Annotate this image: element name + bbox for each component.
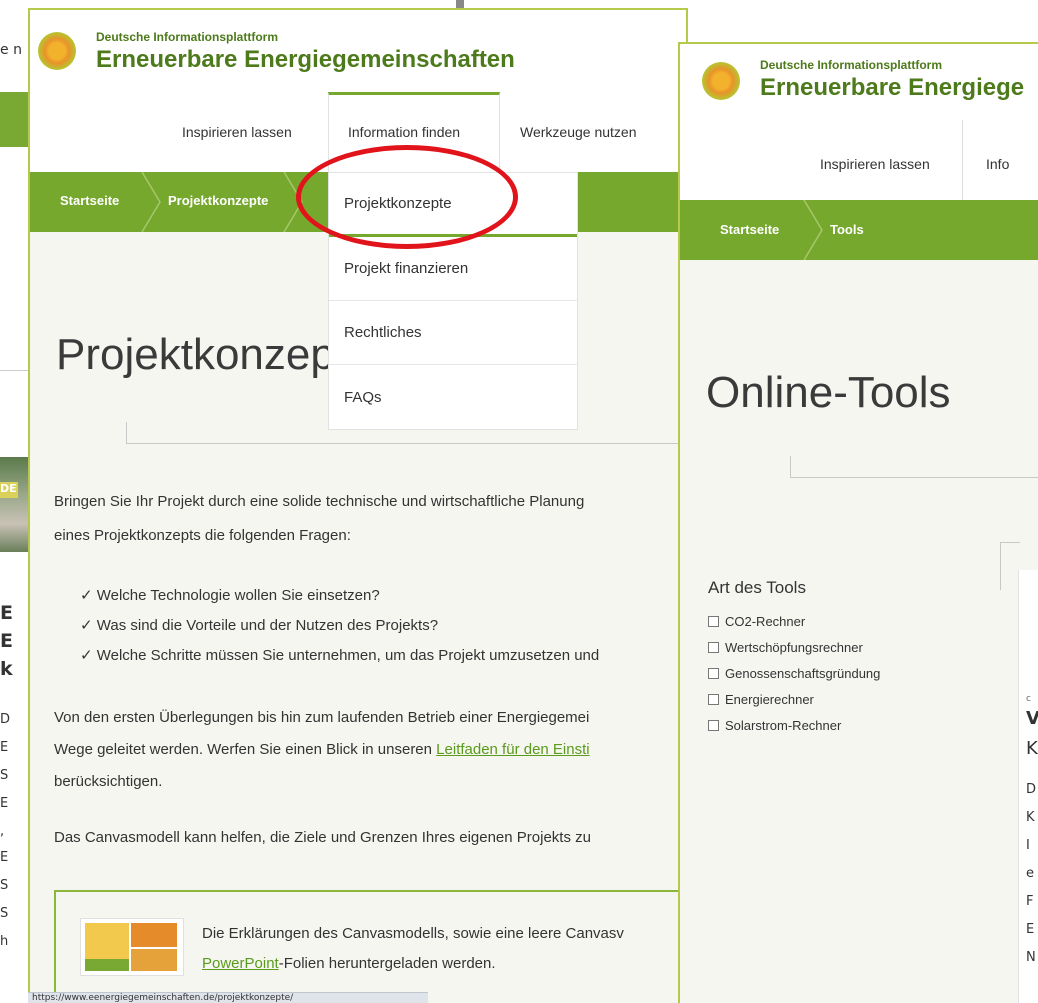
- filter-heading: Art des Tools: [708, 578, 806, 597]
- filter-label: Genossenschaftsgründung: [725, 666, 881, 681]
- back-text-char: ,: [0, 824, 5, 839]
- card-title-snippet: K: [1026, 738, 1038, 759]
- breadcrumb-chevron-icon: [141, 172, 161, 232]
- nav-inspirieren-lassen[interactable]: Inspirieren lassen: [820, 156, 930, 172]
- paragraph-2-text: Wege geleitet werden. Werfen Sie einen B…: [54, 741, 437, 758]
- card-snippet: c: [1026, 694, 1031, 704]
- card-text-snippet: I: [1026, 838, 1030, 853]
- dropdown-faqs[interactable]: FAQs: [329, 365, 577, 429]
- back-text-char: E: [0, 850, 9, 865]
- breadcrumb-startseite[interactable]: Startseite: [720, 222, 779, 237]
- window-online-tools: Deutsche Informationsplattform Erneuerba…: [678, 42, 1038, 1003]
- page-title: Projektkonzepte: [56, 330, 372, 379]
- checkbox-icon[interactable]: [708, 694, 719, 705]
- filter-label: CO2-Rechner: [725, 614, 806, 629]
- screenshot-stage: e n DE E E k D E S E , E S S h Deutsche …: [0, 0, 1038, 1003]
- nav-information-finden[interactable]: Info: [986, 156, 1009, 172]
- card-text-snippet: K: [1026, 810, 1035, 825]
- check-icon: ✓: [80, 587, 93, 604]
- back-heading-char: E: [0, 630, 13, 652]
- breadcrumb-tools[interactable]: Tools: [830, 222, 864, 237]
- back-text-char: S: [0, 906, 9, 921]
- checkbox-icon[interactable]: [708, 720, 719, 731]
- card-bracket-top: [1000, 542, 1020, 543]
- back-text-char: E: [0, 796, 9, 811]
- intro-line-2: eines Projektkonzepts die folgenden Frag…: [54, 527, 351, 544]
- back-text-char: h: [0, 934, 9, 949]
- back-text-char: S: [0, 878, 9, 893]
- dropdown-rechtliches[interactable]: Rechtliches: [329, 301, 577, 365]
- question-item: ✓ Welche Schritte müssen Sie unternehmen…: [80, 646, 599, 666]
- background-window: e n DE E E k D E S E , E S S h: [0, 0, 30, 1003]
- paragraph-2-line-3: berücksichtigen.: [54, 773, 163, 790]
- back-text-char: E: [0, 740, 9, 755]
- back-divider: [0, 370, 30, 371]
- brand-title[interactable]: Erneuerbare Energiegemeinschaften: [96, 46, 515, 74]
- card-bracket: [1000, 542, 1001, 590]
- card-text-snippet: e: [1026, 866, 1034, 881]
- browser-status-bar: https://www.eenergiegemeinschaften.de/pr…: [28, 992, 428, 1003]
- title-bracket-left: [790, 456, 791, 478]
- title-bracket-left: [126, 422, 127, 444]
- nav-information-finden[interactable]: Information finden: [348, 124, 460, 140]
- infobox-text: -Folien heruntergeladen werden.: [278, 955, 496, 972]
- back-photo-label: DE: [0, 482, 18, 498]
- nav-inspirieren-lassen[interactable]: Inspirieren lassen: [182, 124, 292, 140]
- question-item: ✓ Welche Technologie wollen Sie einsetze…: [80, 586, 380, 606]
- brand-subtitle: Deutsche Informationsplattform: [96, 30, 279, 44]
- paragraph-2-line-1: Von den ersten Überlegungen bis hin zum …: [54, 709, 590, 726]
- back-green-nav: [0, 92, 30, 147]
- filter-wertschoepfungsrechner[interactable]: Wertschöpfungsrechner: [708, 640, 863, 655]
- check-icon: ✓: [80, 617, 93, 634]
- back-heading-char: k: [0, 658, 13, 680]
- filter-label: Wertschöpfungsrechner: [725, 640, 863, 655]
- dropdown-projekt-finanzieren[interactable]: Projekt finanzieren: [329, 237, 577, 301]
- filter-solarstrom-rechner[interactable]: Solarstrom-Rechner: [708, 718, 841, 733]
- leitfaden-link[interactable]: Leitfaden für den Einsti: [436, 741, 589, 758]
- powerpoint-link[interactable]: PowerPoint: [202, 955, 279, 972]
- breadcrumb-projektkonzepte[interactable]: Projektkonzepte: [168, 193, 268, 208]
- check-icon: ✓: [80, 647, 93, 664]
- checkbox-icon[interactable]: [708, 668, 719, 679]
- breadcrumb-chevron-icon: [803, 200, 823, 260]
- card-title-snippet: V: [1026, 708, 1038, 729]
- title-underline: [126, 443, 686, 444]
- filter-genossenschaftsgruendung[interactable]: Genossenschaftsgründung: [708, 666, 880, 681]
- question-item: ✓ Was sind die Vorteile und der Nutzen d…: [80, 616, 438, 636]
- checkbox-icon[interactable]: [708, 616, 719, 627]
- brand-title[interactable]: Erneuerbare Energiege: [760, 74, 1024, 102]
- canvas-thumbnail[interactable]: [80, 918, 184, 976]
- checkbox-icon[interactable]: [708, 642, 719, 653]
- nav-separator: [962, 120, 963, 200]
- paragraph-3: Das Canvasmodell kann helfen, die Ziele …: [54, 829, 591, 846]
- intro-line-1: Bringen Sie Ihr Projekt durch eine solid…: [54, 493, 585, 510]
- infobox-line-1: Die Erklärungen des Canvasmodells, sowie…: [202, 925, 624, 942]
- infobox-line-2: PowerPoint-Folien heruntergeladen werden…: [202, 954, 496, 974]
- brand-subtitle: Deutsche Informationsplattform: [760, 58, 943, 72]
- card-text-snippet: E: [1026, 922, 1035, 937]
- card-text-snippet: D: [1026, 782, 1037, 797]
- back-text-snippet: e n: [0, 42, 22, 58]
- breadcrumb-startseite[interactable]: Startseite: [60, 193, 119, 208]
- back-heading-char: E: [0, 602, 13, 624]
- nav-werkzeuge-nutzen[interactable]: Werkzeuge nutzen: [520, 124, 636, 140]
- page-title: Online-Tools: [706, 368, 951, 417]
- back-text-char: S: [0, 768, 9, 783]
- filter-energierechner[interactable]: Energierechner: [708, 692, 814, 707]
- card-text-snippet: N: [1026, 950, 1036, 965]
- question-text: Welche Technologie wollen Sie einsetzen?: [96, 587, 380, 604]
- question-text: Was sind die Vorteile und der Nutzen des…: [96, 617, 439, 634]
- question-text: Welche Schritte müssen Sie unternehmen, …: [96, 647, 600, 664]
- filter-co2-rechner[interactable]: CO2-Rechner: [708, 614, 805, 629]
- paragraph-2-line-2: Wege geleitet werden. Werfen Sie einen B…: [54, 740, 590, 760]
- red-highlight-circle: [296, 145, 518, 249]
- card-text-snippet: F: [1026, 894, 1034, 909]
- sun-logo-icon[interactable]: [702, 62, 740, 100]
- filter-label: Solarstrom-Rechner: [725, 718, 842, 733]
- filter-label: Energierechner: [725, 692, 814, 707]
- sun-logo-icon[interactable]: [38, 32, 76, 70]
- back-photo: [0, 457, 30, 552]
- back-text-char: D: [0, 712, 11, 727]
- title-underline: [790, 477, 1038, 478]
